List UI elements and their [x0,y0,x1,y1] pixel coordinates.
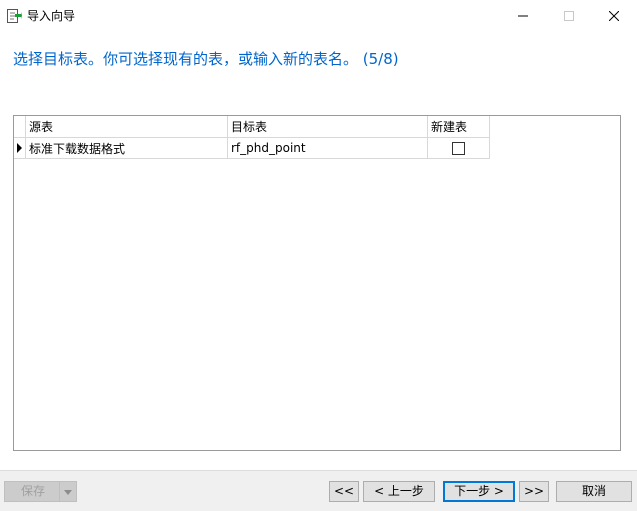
cancel-button[interactable]: 取消 [556,481,632,502]
column-header-new-table[interactable]: 新建表 [427,116,490,138]
column-header-target[interactable]: 目标表 [227,116,428,138]
new-table-cell[interactable] [427,137,490,159]
maximize-button [546,0,592,32]
grid-corner [14,116,26,138]
source-table-cell[interactable]: 标准下载数据格式 [25,137,228,159]
target-table-cell[interactable]: rf_phd_point [227,137,428,159]
button-bar: 保存 << < 上一步 下一步 > >> 取消 [0,470,637,511]
mapping-grid[interactable]: 源表 目标表 新建表 标准下载数据格式 rf_phd_point [13,115,621,451]
close-icon [609,11,619,21]
import-wizard-icon [6,8,22,24]
maximize-icon [564,11,574,21]
save-button-label: 保存 [20,484,45,498]
next-step-button[interactable]: 下一步 > [443,481,515,502]
minimize-icon [518,15,528,17]
last-step-button[interactable]: >> [519,481,549,502]
current-row-arrow-icon [17,143,22,153]
close-button[interactable] [591,0,637,32]
save-button[interactable]: 保存 [4,481,77,502]
step-heading: 选择目标表。你可选择现有的表，或输入新的表名。 (5/8) [13,50,399,68]
column-header-source[interactable]: 源表 [25,116,228,138]
previous-step-button[interactable]: < 上一步 [363,481,435,502]
first-step-button[interactable]: << [329,481,359,502]
window-title: 导入向导 [27,9,76,23]
table-row[interactable]: 标准下载数据格式 rf_phd_point [14,137,490,159]
row-selector[interactable] [14,137,26,159]
new-table-checkbox[interactable] [452,141,465,155]
minimize-button[interactable] [500,0,546,32]
grid-header-row: 源表 目标表 新建表 [14,116,490,138]
save-dropdown-arrow-icon[interactable] [59,482,76,501]
title-bar: 导入向导 [0,0,637,32]
